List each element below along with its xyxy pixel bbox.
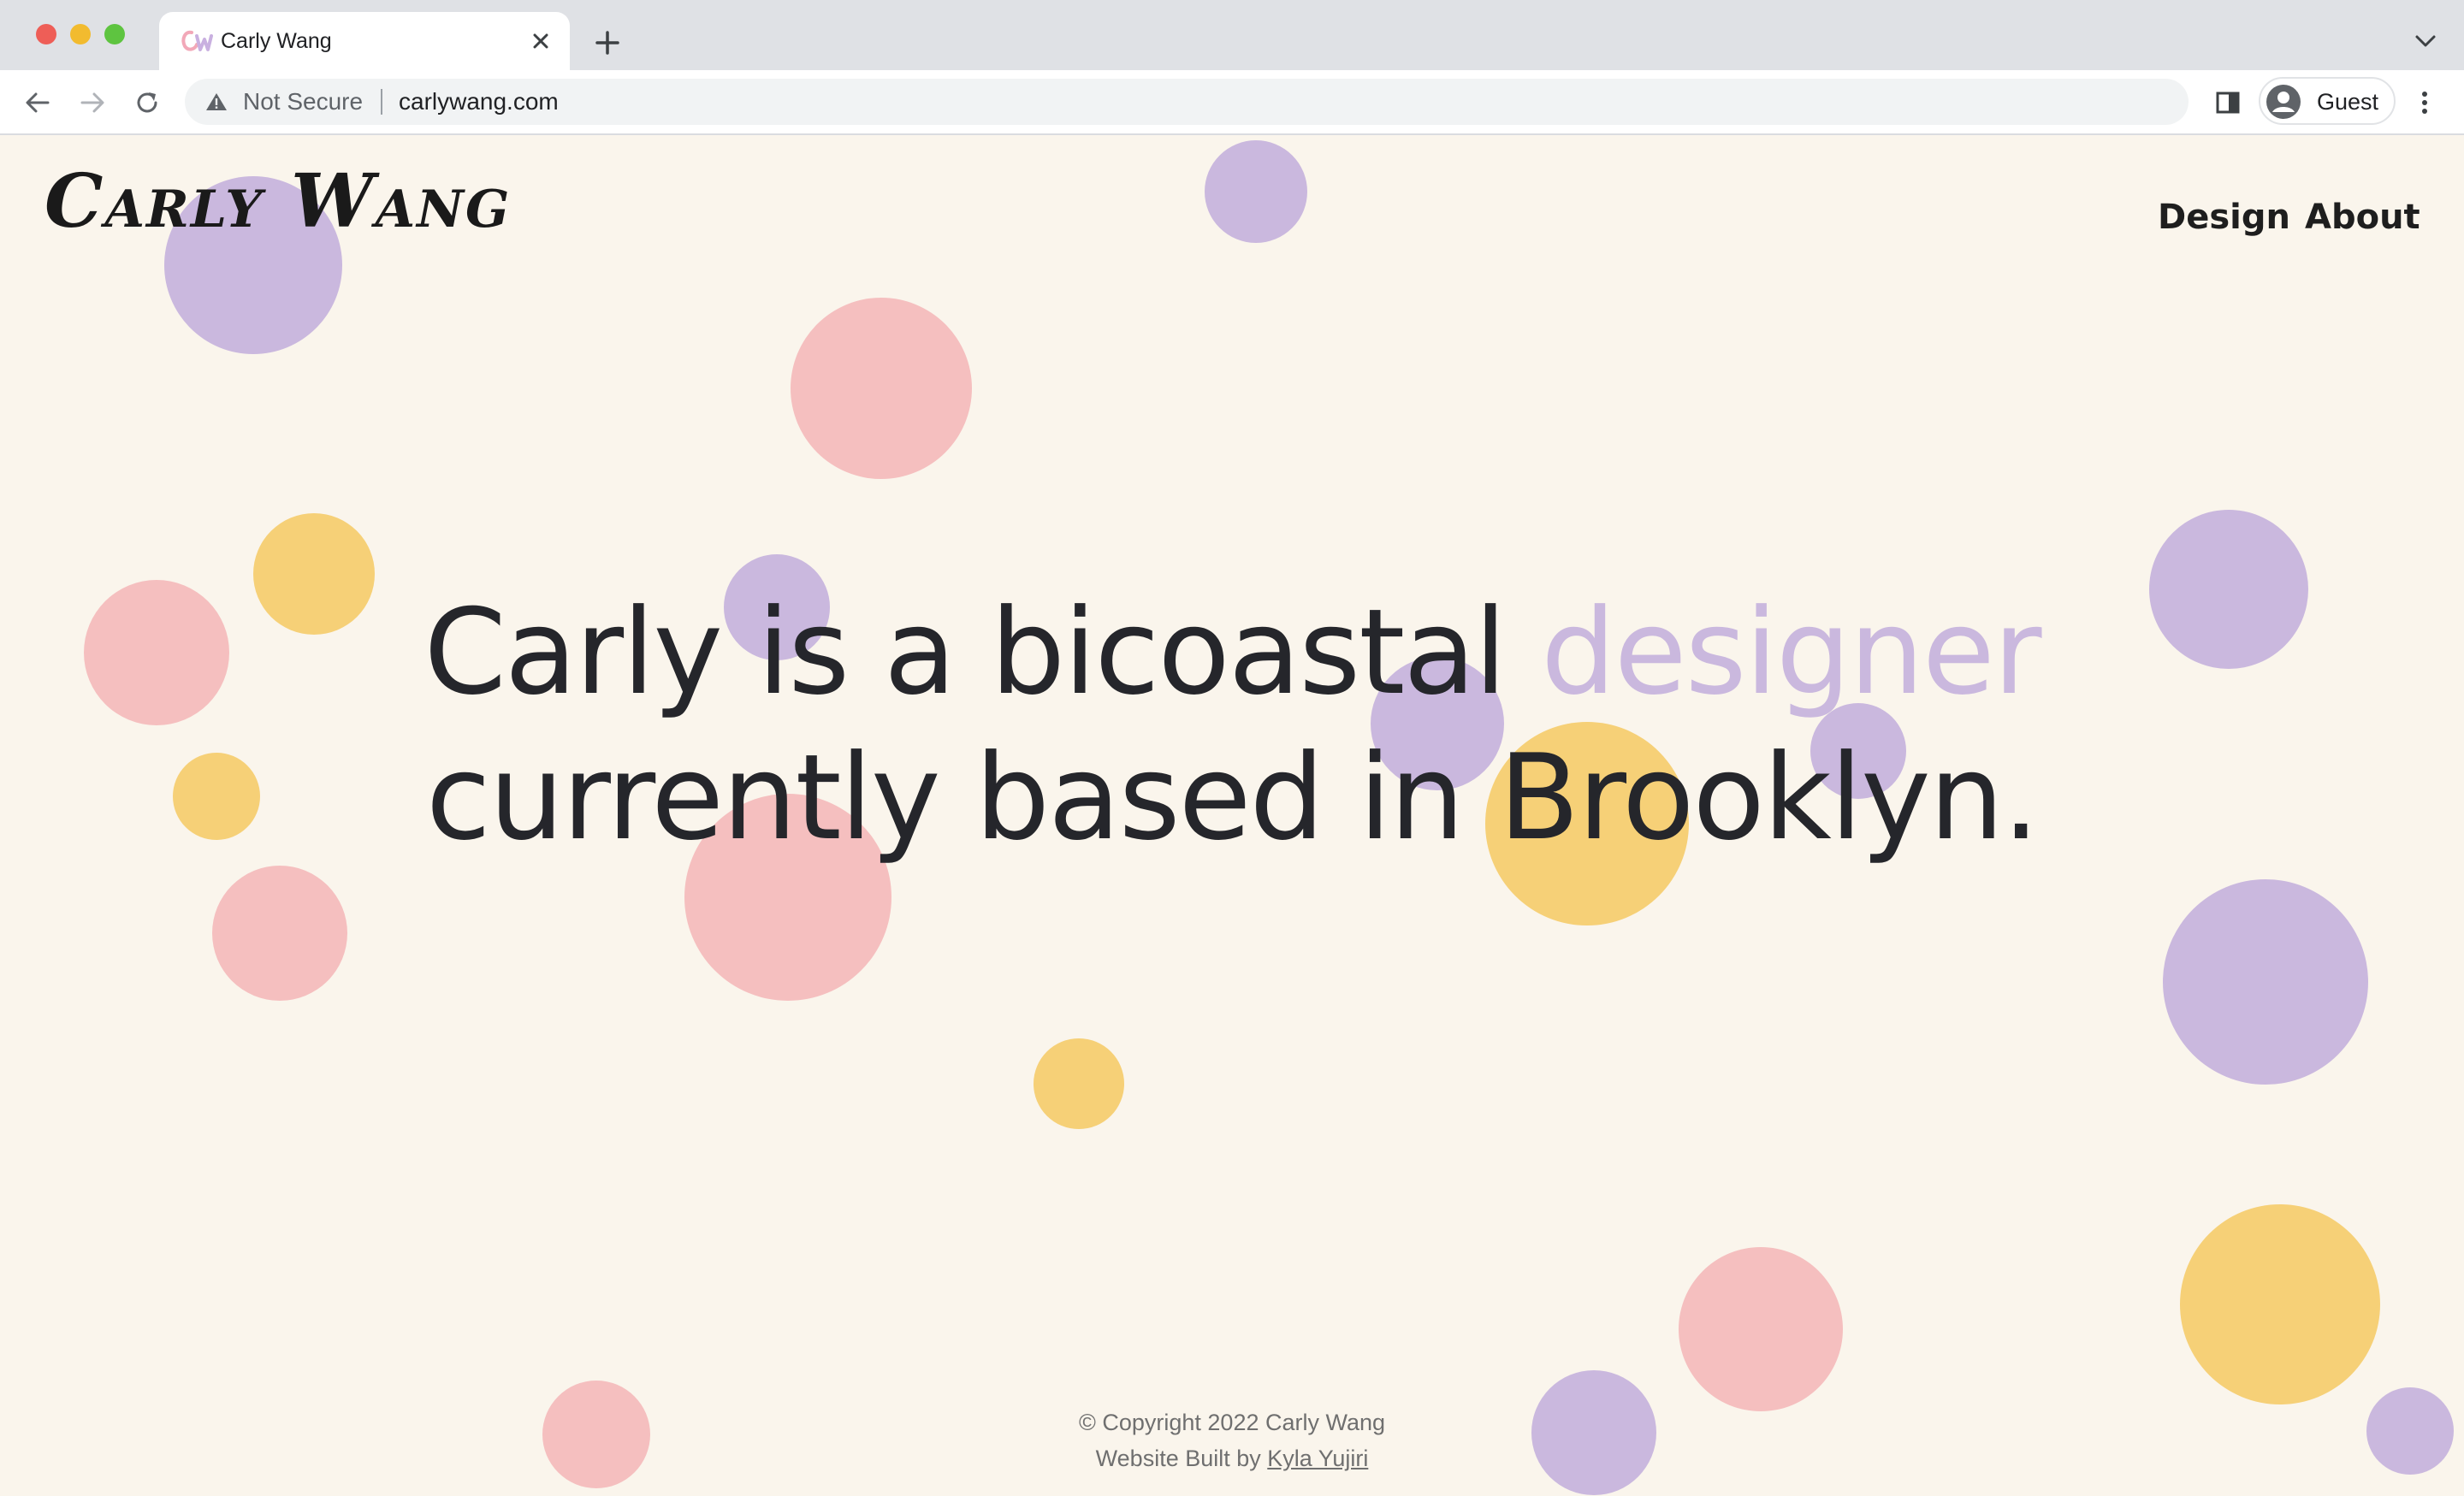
decorative-bubble (1679, 1247, 1843, 1411)
new-tab-icon[interactable] (590, 26, 625, 60)
decorative-bubble (791, 298, 972, 479)
credits-line: Website Built by Kyla Yujiri (0, 1440, 2464, 1476)
forward-arrow-icon[interactable] (77, 87, 108, 118)
close-tab-icon[interactable] (527, 27, 554, 55)
close-window-button[interactable] (36, 24, 56, 44)
credits-prefix: Website Built by (1095, 1446, 1268, 1471)
reload-icon[interactable] (132, 87, 163, 118)
website-page: Carly Wang Design About Carly is a bicoa… (0, 135, 2464, 1496)
security-status-label[interactable]: Not Secure (243, 88, 363, 115)
site-logo[interactable]: Carly Wang (44, 159, 511, 245)
decorative-bubble (1034, 1038, 1124, 1129)
browser-tab[interactable]: Carly Wang (159, 12, 570, 70)
nav-link-about[interactable]: About (2305, 197, 2420, 238)
decorative-bubble (1205, 140, 1307, 243)
side-panel-icon[interactable] (2214, 89, 2242, 116)
more-menu-icon[interactable] (2414, 87, 2435, 118)
site-footer: © Copyright 2022 Carly Wang Website Buil… (0, 1404, 2464, 1476)
nav-link-design[interactable]: Design (2158, 197, 2290, 238)
decorative-bubble (2180, 1204, 2380, 1404)
warning-icon[interactable] (205, 92, 228, 112)
hero-statement: Carly is a bicoastal designer currently … (171, 580, 2293, 871)
browser-toolbar: Not Secure carlywang.com Guest (0, 70, 2464, 135)
address-divider (381, 89, 382, 115)
address-bar[interactable]: Not Secure carlywang.com (185, 79, 2189, 125)
hero-accent-word: designer (1541, 583, 2041, 721)
copyright-text: © Copyright 2022 Carly Wang (1078, 1410, 1386, 1435)
decorative-bubble (212, 866, 347, 1001)
maximize-window-button[interactable] (104, 24, 125, 44)
tab-title: Carly Wang (221, 29, 332, 53)
hero-text-before: Carly is a bicoastal (424, 583, 1542, 721)
profile-button[interactable]: Guest (2259, 77, 2396, 125)
back-arrow-icon[interactable] (22, 87, 53, 118)
guest-avatar-icon (2266, 85, 2301, 119)
decorative-bubble (2163, 879, 2368, 1085)
tab-search-chevron-icon[interactable] (2411, 31, 2440, 51)
hero-text-after: currently based in Brooklyn. (425, 729, 2040, 866)
browser-tab-bar: Carly Wang (0, 0, 2464, 70)
url-text[interactable]: carlywang.com (399, 88, 559, 115)
profile-label: Guest (2317, 89, 2379, 115)
minimize-window-button[interactable] (70, 24, 91, 44)
site-favicon-icon (181, 30, 213, 51)
credits-author-link[interactable]: Kyla Yujiri (1267, 1446, 1368, 1471)
